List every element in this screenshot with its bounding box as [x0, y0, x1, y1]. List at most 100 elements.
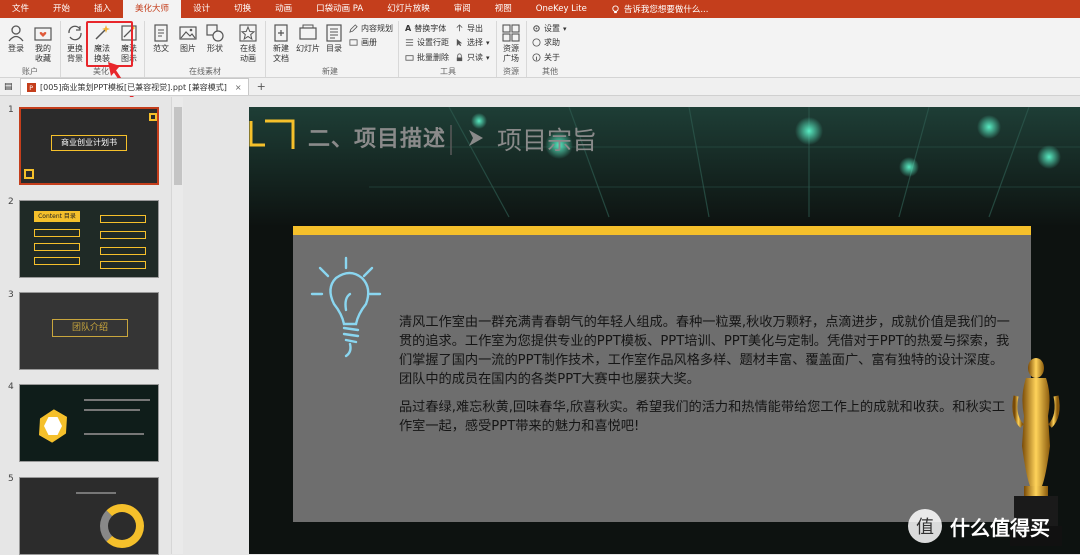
thumb-text-line — [84, 409, 140, 411]
shape-button[interactable]: 形状 — [204, 24, 226, 54]
refresh-icon — [68, 25, 82, 41]
thumb-deco — [24, 169, 34, 179]
set-spacing-label: 设置行距 — [417, 38, 449, 47]
picture-button[interactable]: 图片 — [177, 24, 199, 54]
thumb-deco — [100, 261, 146, 269]
slide-thumbnail-1[interactable]: 商业创业计划书 — [19, 107, 159, 185]
chevron-down-icon: ▾ — [486, 38, 490, 47]
online-animation-label: 在线 动画 — [240, 44, 256, 63]
tab-beautify[interactable]: 美化大师 — [123, 0, 182, 18]
album-button[interactable]: 画册 — [349, 37, 377, 48]
export-button[interactable]: 导出 — [455, 23, 483, 34]
slide-title: 二、项目描述 — [308, 127, 447, 152]
folder-heart-icon — [34, 27, 52, 41]
new-document-icon — [274, 24, 288, 42]
tell-me-text: 告诉我您想要做什么... — [623, 5, 709, 15]
tab-design[interactable]: 设计 — [181, 0, 222, 18]
about-button[interactable]: 关于 — [532, 52, 560, 63]
thumb-deco — [100, 215, 146, 223]
menu-bar: 文件 开始 插入 美化大师 设计 切换 动画 口袋动画 PA 幻灯片放映 审阅 … — [0, 0, 1080, 18]
tab-home[interactable]: 开始 — [41, 0, 82, 18]
tab-review[interactable]: 审阅 — [442, 0, 483, 18]
tab-pocket-anim[interactable]: 口袋动画 PA — [304, 0, 375, 18]
select-button[interactable]: 选择 ▾ — [455, 37, 490, 48]
cursor-icon — [456, 38, 463, 47]
chevron-down-icon: ▾ — [563, 24, 567, 33]
change-background-button[interactable]: 更换 背景 — [64, 24, 86, 64]
slide-thumbnail-5[interactable] — [19, 477, 159, 555]
thumb-number: 2 — [8, 197, 14, 207]
scrollbar-thumb[interactable] — [174, 107, 182, 185]
tab-view[interactable]: 视图 — [483, 0, 524, 18]
watermark: 值 什么值得买 — [908, 509, 1050, 543]
lightbulb-icon — [612, 4, 619, 13]
thumb-text-line — [84, 433, 144, 435]
grid-icon — [502, 24, 520, 42]
slide-thumbnail-3[interactable]: 团队介绍 — [19, 292, 159, 370]
document-icon: ▤ — [4, 81, 13, 92]
help-label: 求助 — [544, 38, 560, 47]
fanwen-button[interactable]: 范文 — [150, 24, 172, 54]
document-tab[interactable]: P [005]商业策划PPT模板[已兼容视觉].ppt [兼容模式] × — [20, 78, 249, 95]
add-tab-button[interactable]: + — [257, 80, 266, 93]
smzdm-logo-icon: 值 — [908, 509, 942, 543]
group-account-label: 账户 — [22, 67, 38, 76]
document-tab-title: [005]商业策划PPT模板[已兼容视觉].ppt [兼容模式] — [40, 82, 227, 92]
svg-text:值: 值 — [916, 517, 934, 538]
read-only-label: 只读 — [467, 53, 483, 62]
close-icon[interactable]: × — [235, 83, 242, 92]
thumb-deco — [100, 231, 146, 239]
thumb-title: Content 目录 — [34, 211, 80, 222]
set-spacing-button[interactable]: 设置行距 — [405, 37, 449, 48]
line-spacing-icon — [405, 39, 414, 46]
picture-label: 图片 — [180, 44, 196, 53]
tell-me-search[interactable]: 告诉我您想要做什么... — [611, 3, 709, 15]
thumb-deco — [100, 247, 146, 255]
content-top-bar — [293, 226, 1031, 235]
thumb-deco — [34, 243, 80, 251]
tab-slideshow[interactable]: 幻灯片放映 — [375, 0, 442, 18]
tab-onekey[interactable]: OneKey Lite — [524, 0, 599, 18]
new-document-button[interactable]: 新建 文档 — [270, 24, 292, 64]
content-plan-button[interactable]: 内容规划 — [349, 23, 393, 34]
about-label: 关于 — [544, 53, 560, 62]
thumb-deco — [149, 113, 157, 121]
tab-animations[interactable]: 动画 — [263, 0, 304, 18]
slide-thumbnail-4[interactable] — [19, 384, 159, 462]
resource-plaza-button[interactable]: 资源 广场 — [500, 24, 522, 64]
tab-insert[interactable]: 插入 — [82, 0, 123, 18]
new-document-label: 新建 文档 — [273, 44, 289, 63]
replace-font-button[interactable]: A 替换字体 — [405, 23, 446, 34]
slides-icon — [299, 24, 317, 40]
toc-button[interactable]: 目录 — [324, 24, 344, 54]
help-icon — [532, 38, 541, 47]
eraser-icon — [405, 55, 414, 61]
thumb-title: 商业创业计划书 — [51, 135, 127, 151]
slide-thumbnail-pane: 1 商业创业计划书 2 Content 目录 3 团队介绍 4 5 — [0, 97, 185, 555]
my-favorites-button[interactable]: 我的 收藏 — [31, 24, 55, 64]
document-icon — [154, 24, 168, 42]
divider — [60, 21, 61, 77]
slides-button[interactable]: 幻灯片 — [295, 24, 321, 54]
thumb-text-line — [84, 399, 150, 401]
thumbnail-scrollbar[interactable] — [171, 97, 183, 554]
slide-thumbnail-2[interactable]: Content 目录 — [19, 200, 159, 278]
thumb-number: 4 — [8, 382, 14, 392]
help-button[interactable]: 求助 — [532, 37, 560, 48]
svg-text:P: P — [29, 85, 33, 92]
album-label: 画册 — [361, 38, 377, 47]
login-button[interactable]: 登录 — [5, 24, 27, 54]
replace-font-label: 替换字体 — [414, 24, 447, 33]
tab-transitions[interactable]: 切换 — [222, 0, 263, 18]
pen-icon — [349, 24, 358, 33]
batch-delete-button[interactable]: 批量删除 — [405, 52, 449, 63]
settings-button[interactable]: 设置 ▾ — [532, 23, 567, 34]
online-animation-button[interactable]: 在线 动画 — [236, 24, 260, 64]
lock-icon — [456, 53, 463, 62]
divider — [496, 21, 497, 77]
read-only-button[interactable]: 只读 ▾ — [455, 52, 490, 63]
my-favorites-label: 我的 收藏 — [35, 44, 51, 63]
settings-label: 设置 — [544, 24, 560, 33]
group-tools-label: 工具 — [440, 67, 456, 76]
tab-file[interactable]: 文件 — [0, 0, 41, 18]
